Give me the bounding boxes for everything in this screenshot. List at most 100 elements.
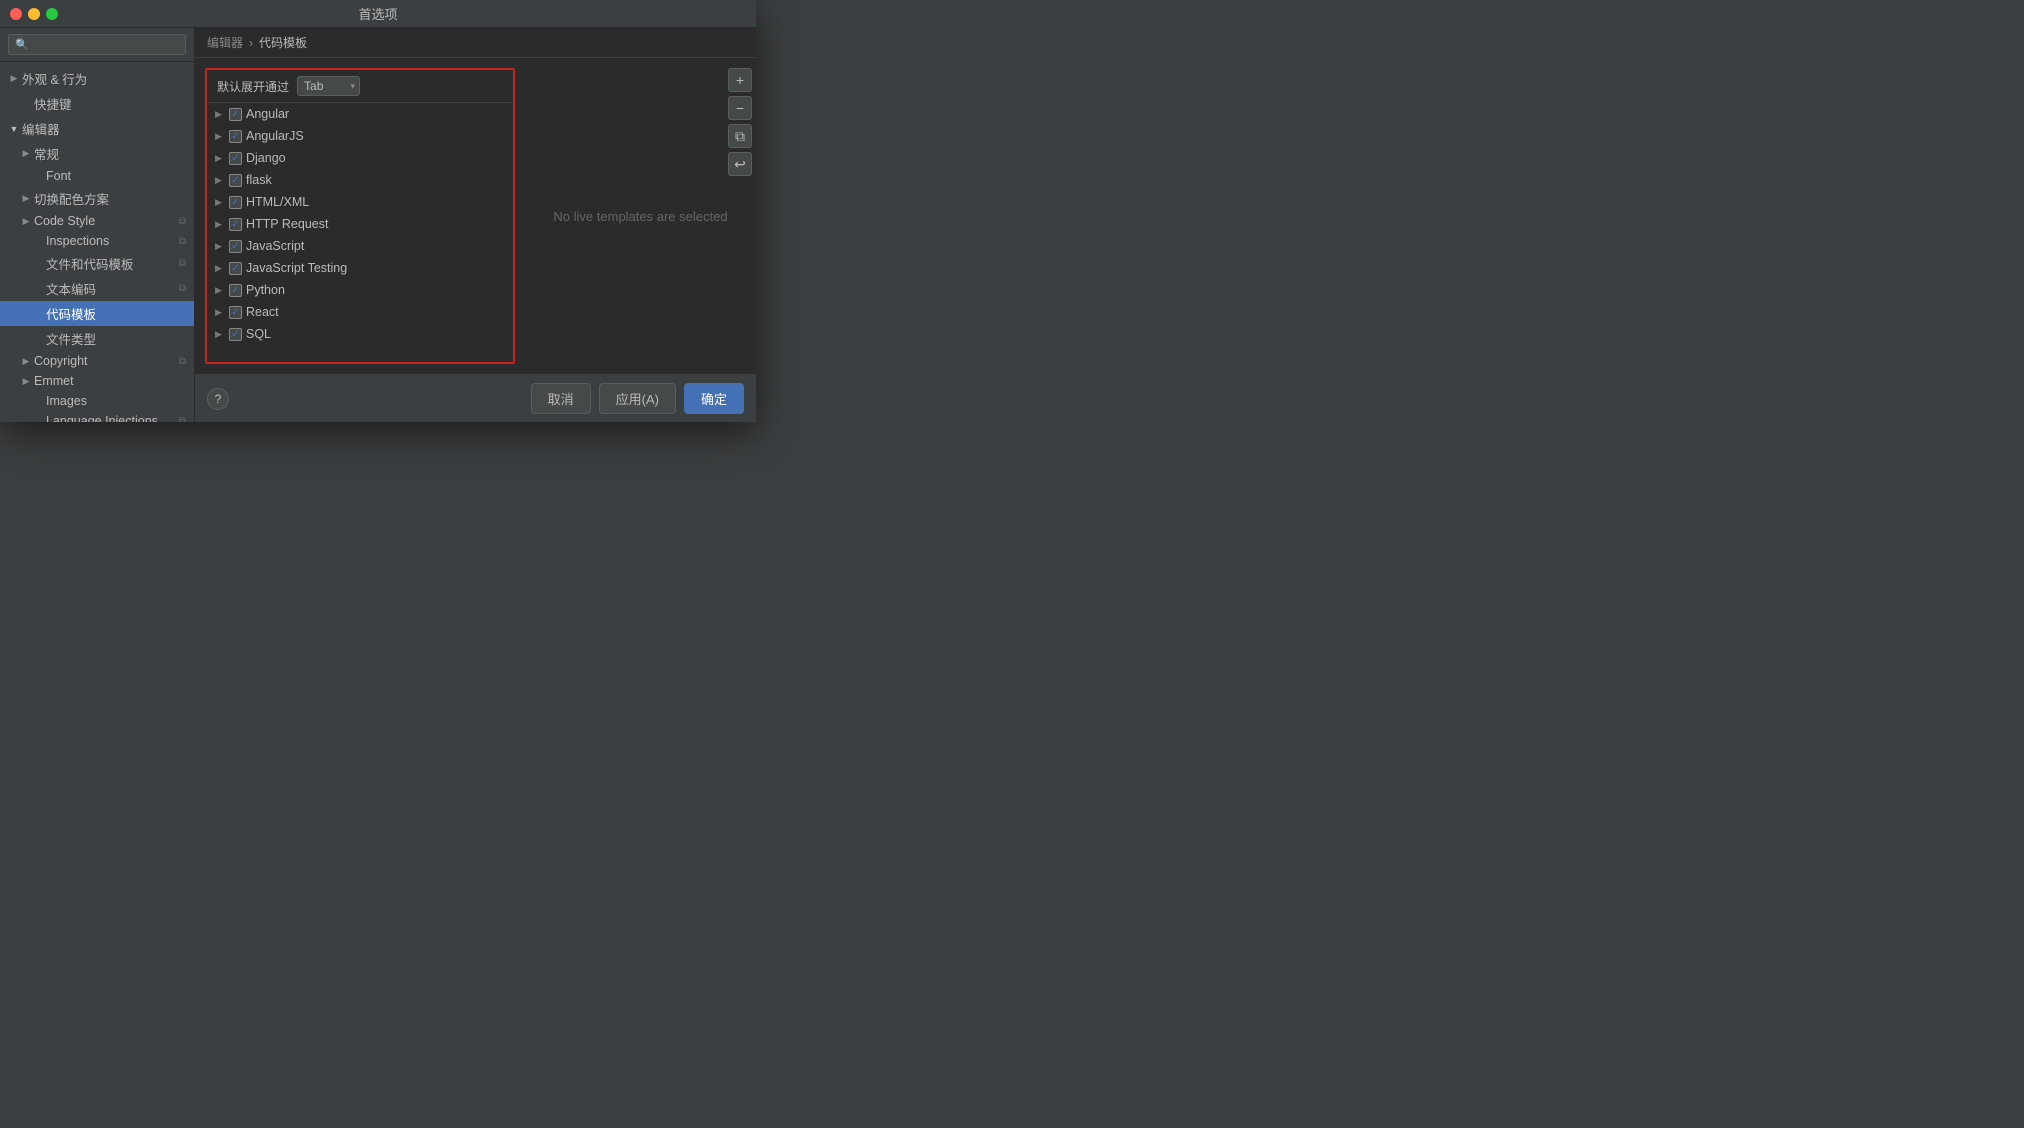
right-panel: + − ⧉ ↩ No live templates are selected xyxy=(525,58,756,374)
minimize-button[interactable] xyxy=(28,8,40,20)
sidebar-item-general[interactable]: ▶ 常规 xyxy=(0,141,194,166)
template-checkbox[interactable]: ✓ xyxy=(229,284,242,297)
content-body: 默认展开通过 Tab Enter Space ▾ ▶ ✓ xyxy=(195,58,756,374)
cancel-button[interactable]: 取消 xyxy=(531,383,591,414)
sidebar-item-colorscheme[interactable]: ▶ 切换配色方案 xyxy=(0,186,194,211)
expand-arrow-icon: ▶ xyxy=(215,153,225,164)
template-item-react[interactable]: ▶ ✓ React xyxy=(207,301,513,323)
template-checkbox[interactable]: ✓ xyxy=(229,328,242,341)
sidebar-item-label: Language Injections xyxy=(46,414,158,422)
template-item-sql[interactable]: ▶ ✓ SQL xyxy=(207,323,513,345)
template-checkbox[interactable]: ✓ xyxy=(229,108,242,121)
sidebar-item-editor[interactable]: ▼ 编辑器 xyxy=(0,116,194,141)
sidebar-item-codetemplate[interactable]: ▶ 代码模板 xyxy=(0,301,194,326)
template-item-flask[interactable]: ▶ ✓ flask xyxy=(207,169,513,191)
template-item-django[interactable]: ▶ ✓ Django xyxy=(207,147,513,169)
sidebar-item-label: 切换配色方案 xyxy=(34,189,109,208)
sidebar-item-label: 编辑器 xyxy=(22,119,60,138)
template-name: Python xyxy=(246,283,285,297)
template-name: Angular xyxy=(246,107,289,121)
sidebar-item-shortcut[interactable]: ▶ 快捷键 xyxy=(0,91,194,116)
ok-button[interactable]: 确定 xyxy=(684,383,744,414)
action-buttons: + − ⧉ ↩ xyxy=(728,68,756,176)
sidebar-item-copyright[interactable]: ▶ Copyright ⧉ xyxy=(0,351,194,371)
window-title: 首选项 xyxy=(358,4,397,23)
sidebar-item-filetype[interactable]: ▶ 文件类型 xyxy=(0,326,194,351)
sidebar-item-font[interactable]: ▶ Font xyxy=(0,166,194,186)
expand-arrow-icon: ▶ xyxy=(215,131,225,142)
breadcrumb-parent: 编辑器 xyxy=(207,34,243,51)
template-item-angular[interactable]: ▶ ✓ Angular xyxy=(207,103,513,125)
template-item-htmlxml[interactable]: ▶ ✓ HTML/XML xyxy=(207,191,513,213)
arrow-icon: ▶ xyxy=(20,355,32,367)
sidebar-item-inspections[interactable]: ▶ Inspections ⧉ xyxy=(0,231,194,251)
expand-arrow-icon: ▶ xyxy=(215,197,225,208)
template-name: JavaScript Testing xyxy=(246,261,347,275)
close-button[interactable] xyxy=(10,8,22,20)
search-box[interactable]: 🔍 xyxy=(0,28,194,62)
sidebar-item-filetemplate[interactable]: ▶ 文件和代码模板 ⧉ xyxy=(0,251,194,276)
expand-option-row: 默认展开通过 Tab Enter Space ▾ xyxy=(207,70,513,103)
arrow-icon: ▶ xyxy=(20,148,32,160)
search-input[interactable]: 🔍 xyxy=(8,34,186,55)
expand-label: 默认展开通过 xyxy=(217,78,289,95)
sidebar-item-images[interactable]: ▶ Images xyxy=(0,391,194,411)
template-checkbox[interactable]: ✓ xyxy=(229,240,242,253)
template-item-javascript[interactable]: ▶ ✓ JavaScript xyxy=(207,235,513,257)
maximize-button[interactable] xyxy=(46,8,58,20)
help-button[interactable]: ? xyxy=(207,388,229,410)
sidebar-item-label: 文件和代码模板 xyxy=(46,254,134,273)
expand-arrow-icon: ▶ xyxy=(215,285,225,296)
main-container: 🔍 ▶ 外观 & 行为 ▶ 快捷键 ▼ 编辑器 ▶ 常规 xyxy=(0,28,756,422)
sidebar-item-label: 常规 xyxy=(34,144,59,163)
template-item-python[interactable]: ▶ ✓ Python xyxy=(207,279,513,301)
sidebar-item-label: Code Style xyxy=(34,214,95,228)
template-checkbox[interactable]: ✓ xyxy=(229,152,242,165)
sidebar-item-langinjection[interactable]: ▶ Language Injections ⧉ xyxy=(0,411,194,422)
arrow-icon: ▶ xyxy=(20,193,32,205)
copy-icon: ⧉ xyxy=(179,416,186,423)
sidebar-item-textcode[interactable]: ▶ 文本编码 ⧉ xyxy=(0,276,194,301)
sidebar-tree: ▶ 外观 & 行为 ▶ 快捷键 ▼ 编辑器 ▶ 常规 ▶ Font xyxy=(0,62,194,422)
template-name: HTML/XML xyxy=(246,195,309,209)
template-panel: 默认展开通过 Tab Enter Space ▾ ▶ ✓ xyxy=(205,68,515,364)
template-item-angularjs[interactable]: ▶ ✓ AngularJS xyxy=(207,125,513,147)
sidebar-item-label: 外观 & 行为 xyxy=(22,69,87,88)
content-area: 编辑器 › 代码模板 默认展开通过 Tab Enter Space ▾ xyxy=(195,28,756,422)
sidebar-item-codestyle[interactable]: ▶ Code Style ⧉ xyxy=(0,211,194,231)
template-checkbox[interactable]: ✓ xyxy=(229,174,242,187)
copy-icon: ⧉ xyxy=(179,258,186,269)
no-selection-message: No live templates are selected xyxy=(525,58,756,374)
undo-button[interactable]: ↩ xyxy=(728,152,752,176)
expand-arrow-icon: ▶ xyxy=(215,241,225,252)
sidebar-item-label: Images xyxy=(46,394,87,408)
template-checkbox[interactable]: ✓ xyxy=(229,196,242,209)
sidebar-item-label: 代码模板 xyxy=(46,304,96,323)
template-item-jstesting[interactable]: ▶ ✓ JavaScript Testing xyxy=(207,257,513,279)
sidebar-item-emmet[interactable]: ▶ Emmet xyxy=(0,371,194,391)
copy-button[interactable]: ⧉ xyxy=(728,124,752,148)
template-name: SQL xyxy=(246,327,271,341)
template-name: HTTP Request xyxy=(246,217,328,231)
arrow-icon: ▼ xyxy=(8,123,20,135)
template-item-httprequest[interactable]: ▶ ✓ HTTP Request xyxy=(207,213,513,235)
expand-select-wrapper[interactable]: Tab Enter Space ▾ xyxy=(297,76,360,96)
template-checkbox[interactable]: ✓ xyxy=(229,218,242,231)
titlebar: 首选项 xyxy=(0,0,756,28)
template-name: JavaScript xyxy=(246,239,304,253)
expand-by-select[interactable]: Tab Enter Space xyxy=(297,76,360,96)
template-checkbox[interactable]: ✓ xyxy=(229,306,242,319)
window-controls xyxy=(10,8,58,20)
breadcrumb-current: 代码模板 xyxy=(259,34,307,51)
expand-arrow-icon: ▶ xyxy=(215,263,225,274)
template-checkbox[interactable]: ✓ xyxy=(229,262,242,275)
add-button[interactable]: + xyxy=(728,68,752,92)
template-checkbox[interactable]: ✓ xyxy=(229,130,242,143)
template-list: ▶ ✓ Angular ▶ ✓ AngularJS ▶ ✓ Django xyxy=(207,103,513,362)
template-name: AngularJS xyxy=(246,129,304,143)
sidebar-item-appearance[interactable]: ▶ 外观 & 行为 xyxy=(0,66,194,91)
template-name: flask xyxy=(246,173,272,187)
apply-button[interactable]: 应用(A) xyxy=(599,383,676,414)
remove-button[interactable]: − xyxy=(728,96,752,120)
template-name: React xyxy=(246,305,279,319)
